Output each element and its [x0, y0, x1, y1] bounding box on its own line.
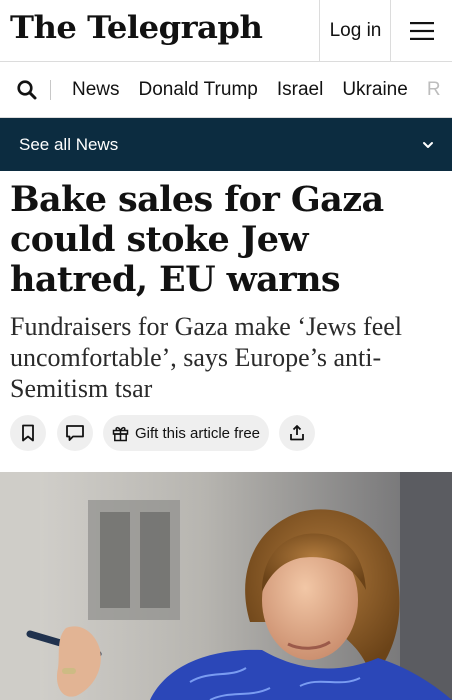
comment-icon: [66, 425, 84, 441]
nav-item-israel[interactable]: Israel: [277, 79, 323, 101]
nav-items: News Donald Trump Israel Ukraine R: [72, 62, 452, 117]
see-all-news-label: See all News: [19, 134, 119, 154]
chevron-down-icon: [423, 142, 433, 148]
nav-item-truncated[interactable]: R: [427, 79, 441, 101]
nav-item-ukraine[interactable]: Ukraine: [342, 79, 407, 101]
hamburger-menu-icon: [409, 21, 434, 40]
article-hero-image[interactable]: [0, 472, 452, 700]
bookmark-icon: [22, 424, 34, 442]
login-button[interactable]: Log in: [320, 0, 391, 61]
share-button[interactable]: [279, 415, 315, 451]
search-icon[interactable]: [16, 79, 38, 101]
gift-article-button[interactable]: Gift this article free: [103, 415, 269, 451]
nav-item-news[interactable]: News: [72, 79, 120, 101]
article-standfirst: Fundraisers for Gaza make ‘Jews feel unc…: [10, 312, 403, 403]
section-nav: News Donald Trump Israel Ukraine R: [0, 62, 452, 118]
share-icon: [290, 425, 304, 441]
nav-item-donald-trump[interactable]: Donald Trump: [139, 79, 258, 101]
bookmark-button[interactable]: [10, 415, 46, 451]
article-headline: Bake sales for Gaza could stoke Jew hatr…: [10, 179, 384, 300]
see-all-news-dropdown[interactable]: See all News: [0, 118, 452, 171]
comments-button[interactable]: [57, 415, 93, 451]
site-header: The Telegraph Log in: [0, 0, 452, 62]
gift-article-label: Gift this article free: [134, 424, 261, 442]
hero-photo-illustration: [0, 472, 452, 700]
hamburger-menu-button[interactable]: [391, 0, 452, 61]
telegraph-logo[interactable]: The Telegraph: [10, 10, 263, 46]
nav-divider: [50, 80, 51, 100]
gift-icon: [112, 426, 129, 441]
